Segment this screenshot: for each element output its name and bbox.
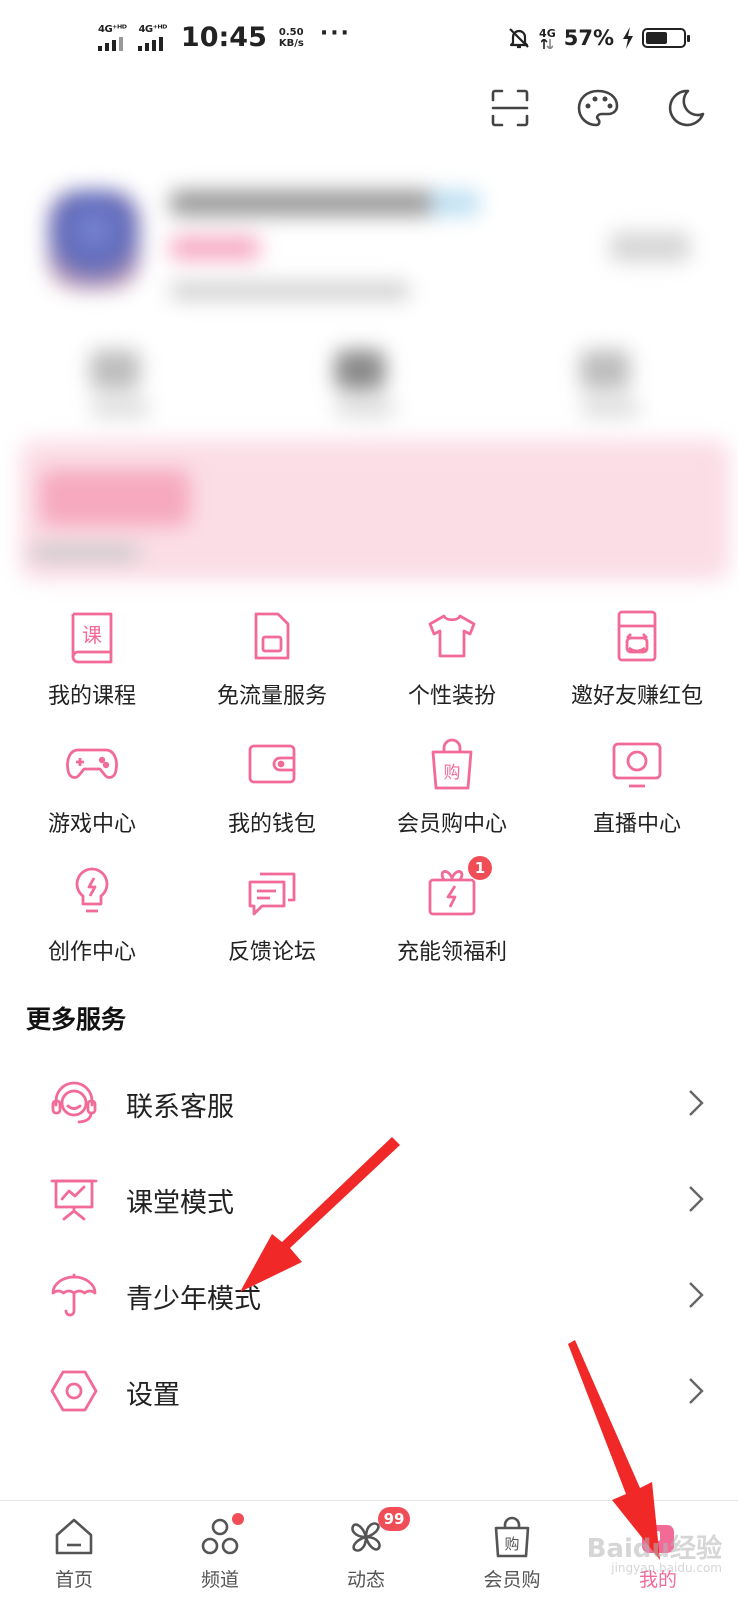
sim2-label: 4G⁺ᴴᴰ bbox=[138, 23, 167, 35]
tab-label: 动态 bbox=[346, 1569, 385, 1591]
list-item-settings[interactable]: 设置 bbox=[0, 1343, 738, 1439]
grid-item-label: 免流量服务 bbox=[216, 684, 327, 709]
grid-item-label: 会员购中心 bbox=[396, 812, 507, 837]
grid-item-game-center[interactable]: 游戏中心 bbox=[0, 728, 184, 856]
lightbulb-icon bbox=[64, 864, 120, 920]
list-item-classroom-mode[interactable]: 课堂模式 bbox=[0, 1151, 738, 1247]
grid-item-personal-dress-up[interactable]: 个性装扮 bbox=[360, 600, 544, 728]
notification-badge: 1 bbox=[468, 856, 492, 880]
grid-item-label: 游戏中心 bbox=[47, 812, 136, 837]
chevron-right-icon bbox=[689, 1090, 704, 1116]
headset-icon bbox=[50, 1079, 98, 1127]
tab-label: 首页 bbox=[54, 1569, 93, 1591]
baidu-watermark: Baidu经验 jingyan.baidu.com bbox=[587, 1528, 722, 1575]
shopping-bag-icon: 购 bbox=[490, 1515, 534, 1559]
grid-item-my-courses[interactable]: 课 我的课程 bbox=[0, 600, 184, 728]
grid-item-label: 我的课程 bbox=[47, 684, 136, 709]
grid-item-my-wallet[interactable]: 我的钱包 bbox=[180, 728, 364, 856]
wallet-icon bbox=[244, 736, 300, 792]
tab-label: 频道 bbox=[200, 1569, 239, 1591]
watermark-main: Baidu经验 bbox=[586, 1534, 722, 1564]
live-tv-icon bbox=[609, 736, 665, 792]
mute-bell-icon bbox=[509, 28, 529, 49]
tab-channels[interactable]: 频道 bbox=[146, 1501, 294, 1601]
tab-dynamics[interactable]: 99 动态 bbox=[292, 1501, 440, 1601]
notification-dot bbox=[232, 1513, 244, 1525]
list-item-label: 设置 bbox=[126, 1380, 180, 1411]
gamepad-icon bbox=[64, 736, 120, 792]
settings-hexagon-icon bbox=[50, 1367, 98, 1415]
list-item-teen-mode[interactable]: 青少年模式 bbox=[0, 1247, 738, 1343]
speed-unit: KB/s bbox=[278, 37, 304, 49]
list-item-label: 课堂模式 bbox=[126, 1188, 234, 1219]
classroom-board-icon bbox=[50, 1175, 98, 1223]
red-envelope-icon bbox=[609, 608, 665, 664]
chat-bubbles-icon bbox=[244, 864, 300, 920]
channels-icon bbox=[198, 1513, 244, 1559]
grid-item-invite-friends[interactable]: 邀好友赚红包 bbox=[545, 600, 729, 728]
tab-home[interactable]: 首页 bbox=[0, 1501, 148, 1601]
grid-item-label: 直播中心 bbox=[592, 812, 681, 837]
more-notifications-icon: ··· bbox=[319, 21, 351, 46]
battery-percent: 57% bbox=[563, 26, 614, 50]
gift-box-icon: 1 bbox=[424, 856, 492, 920]
clock: 10:45 bbox=[180, 22, 267, 53]
tab-label: 会员购 bbox=[483, 1569, 541, 1591]
theme-palette-icon[interactable] bbox=[576, 86, 620, 130]
tshirt-icon bbox=[424, 608, 480, 664]
header-actions bbox=[488, 86, 708, 130]
sim2-signal-icon: 4G⁺ᴴᴰ bbox=[138, 23, 167, 51]
grid-item-label: 邀好友赚红包 bbox=[570, 684, 703, 709]
net-type: 4G bbox=[539, 26, 556, 40]
mobile-data-icon: 4G bbox=[539, 28, 556, 49]
charging-bolt-icon bbox=[623, 27, 633, 49]
scan-icon[interactable] bbox=[488, 86, 532, 130]
list-item-customer-service[interactable]: 联系客服 bbox=[0, 1055, 738, 1151]
notification-badge: 99 bbox=[378, 1507, 410, 1531]
chevron-right-icon bbox=[689, 1186, 704, 1212]
umbrella-icon bbox=[50, 1271, 98, 1319]
grid-item-live-center[interactable]: 直播中心 bbox=[545, 728, 729, 856]
grid-item-label: 我的钱包 bbox=[227, 812, 316, 837]
grid-item-charge-benefits[interactable]: 1 充能领福利 bbox=[360, 856, 544, 984]
grid-item-label: 反馈论坛 bbox=[227, 940, 316, 965]
chevron-right-icon bbox=[689, 1282, 704, 1308]
grid-item-creator-center[interactable]: 创作中心 bbox=[0, 856, 184, 984]
pinwheel-icon: 99 bbox=[344, 1507, 410, 1559]
svg-text:购: 购 bbox=[444, 763, 461, 783]
list-item-label: 青少年模式 bbox=[126, 1284, 261, 1315]
tab-member-shop[interactable]: 购 会员购 bbox=[438, 1501, 586, 1601]
grid-item-member-shop[interactable]: 购 会员购中心 bbox=[360, 728, 544, 856]
chevron-right-icon bbox=[689, 1378, 704, 1404]
svg-text:购: 购 bbox=[504, 1535, 519, 1553]
svg-text:课: 课 bbox=[82, 623, 102, 647]
status-bar: 4G⁺ᴴᴰ 4G⁺ᴴᴰ 10:45 0.50 KB/s ··· 4G 57% bbox=[0, 0, 738, 84]
battery-icon bbox=[642, 28, 690, 48]
more-services-title: 更多服务 bbox=[26, 1005, 127, 1034]
sim-card-icon bbox=[244, 608, 300, 664]
sim1-signal-icon: 4G⁺ᴴᴰ bbox=[98, 23, 127, 51]
grid-item-free-data-service[interactable]: 免流量服务 bbox=[180, 600, 364, 728]
avatar bbox=[48, 190, 140, 290]
night-mode-icon[interactable] bbox=[664, 86, 708, 130]
sim1-label: 4G⁺ᴴᴰ bbox=[98, 23, 127, 35]
grid-item-label: 充能领福利 bbox=[396, 940, 507, 965]
course-book-icon: 课 bbox=[64, 608, 120, 664]
grid-item-label: 个性装扮 bbox=[407, 684, 496, 709]
shopping-bag-icon: 购 bbox=[424, 736, 480, 792]
blurred-profile-card bbox=[0, 150, 738, 590]
network-speed: 0.50 KB/s bbox=[279, 27, 304, 49]
grid-item-feedback-forum[interactable]: 反馈论坛 bbox=[180, 856, 364, 984]
grid-item-label: 创作中心 bbox=[47, 940, 136, 965]
speed-value: 0.50 bbox=[278, 26, 304, 38]
list-item-label: 联系客服 bbox=[126, 1092, 234, 1123]
home-icon bbox=[52, 1515, 96, 1559]
